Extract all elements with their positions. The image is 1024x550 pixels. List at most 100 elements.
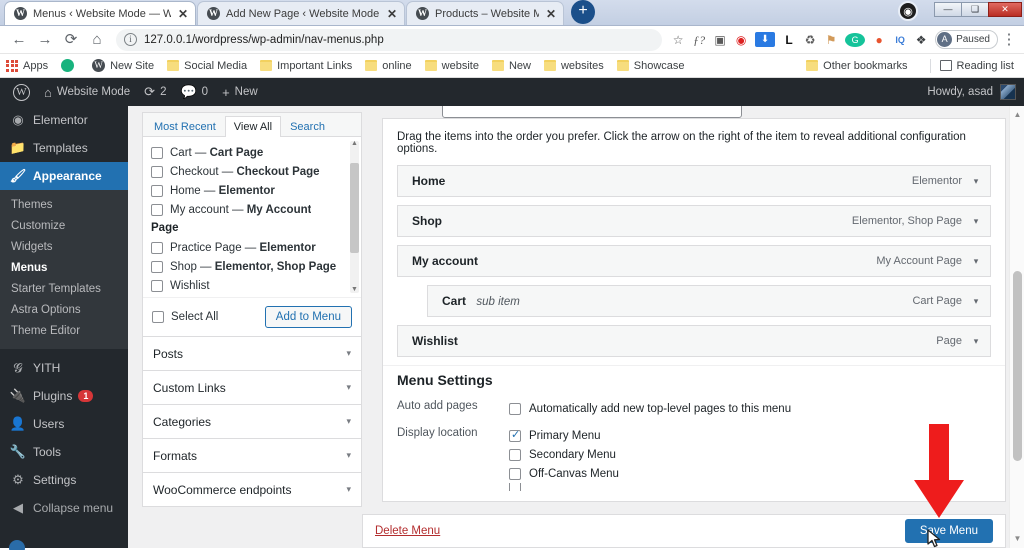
bookmark-item-showcase[interactable]: Showcase [616,60,685,72]
bookmark-item-new[interactable]: New [491,60,531,72]
comments-button[interactable]: 💬 0 [173,78,215,106]
chrome-menu-icon[interactable]: ⋮ [1000,28,1018,52]
chevron-down-icon[interactable]: ▾ [962,256,990,267]
bookmark-item-website[interactable]: website [424,60,479,72]
checkbox[interactable] [151,279,163,292]
bookmark-item-online[interactable]: online [365,60,412,72]
checkbox[interactable] [151,184,163,197]
chevron-down-icon[interactable]: ▾ [346,484,351,495]
home-icon[interactable]: ⌂ [84,28,110,52]
list-scrollbar[interactable]: ▲ ▼ [350,140,359,295]
submenu-item-customize[interactable]: Customize [0,216,128,237]
browser-tab-1[interactable]: W Menus ‹ Website Mode — Word ✕ [4,1,196,25]
submenu-item-starter-templates[interactable]: Starter Templates [0,279,128,300]
close-window-button[interactable]: ✕ [988,1,1022,17]
sidebar-item-templates[interactable]: 📁 Templates [0,134,128,162]
wp-logo-button[interactable]: W [6,78,37,106]
tab-search[interactable]: Search [281,116,334,137]
sidebar-item-tools[interactable]: 🔧 Tools [0,438,128,466]
apps-shortcut[interactable]: Apps [6,59,48,72]
grammarly-icon[interactable]: G [845,32,866,47]
sidebar-item-settings[interactable]: ⚙ Settings [0,466,128,494]
downloader-icon[interactable]: ⬇ [755,32,776,47]
back-icon[interactable]: ← [6,28,32,52]
new-content-button[interactable]: + New [215,78,265,106]
page-scrollbar[interactable]: ▲ ▼ [1009,106,1024,548]
recycle-icon[interactable]: ♻ [800,30,820,50]
bookmark-item-important-links[interactable]: Important Links [260,60,352,72]
profile-button[interactable]: A Paused [935,30,998,49]
site-name-button[interactable]: ⌂ Website Mode [37,78,137,106]
lastpass-icon[interactable]: L [779,30,799,50]
sidebar-item-users[interactable]: 👤 Users [0,410,128,438]
address-bar[interactable]: i 127.0.0.1/wordpress/wp-admin/nav-menus… [116,28,663,51]
screenshot-camera-icon[interactable]: ▣ [710,30,730,50]
colorzilla-icon[interactable]: ◉ [731,30,751,50]
scroll-down-icon[interactable]: ▼ [350,285,359,295]
font-extension-icon[interactable]: ƒ? [689,30,709,50]
chevron-down-icon[interactable]: ▾ [346,348,351,359]
chevron-down-icon[interactable]: ▾ [962,216,990,227]
accordion-categories[interactable]: Categories ▾ [142,405,362,439]
location-secondary-menu[interactable]: Secondary Menu [509,445,619,464]
reload-icon[interactable]: ⟳ [58,28,84,52]
scrollbar-thumb[interactable] [1013,271,1022,461]
new-tab-button[interactable]: + [571,0,595,24]
add-to-menu-button[interactable]: Add to Menu [264,306,352,328]
tab-view-all[interactable]: View All [224,116,282,137]
menu-item-cart[interactable]: Cart sub item Cart Page ▾ [427,285,991,317]
sidebar-item-elementor[interactable]: ◉ Elementor [0,106,128,134]
scrollbar-thumb[interactable] [350,163,359,253]
updates-button[interactable]: ⟳ 2 [137,78,173,106]
chevron-down-icon[interactable]: ▾ [962,296,990,307]
flame-icon[interactable]: ● [869,30,889,50]
checkbox[interactable] [151,165,163,178]
list-item[interactable]: Practice Page — Elementor [151,238,353,257]
checkbox[interactable] [151,146,163,159]
browser-tab-3[interactable]: W Products – Website Mode ✕ [406,1,564,25]
scroll-down-icon[interactable]: ▼ [1010,532,1024,546]
tab-close-icon[interactable]: ✕ [546,8,556,20]
select-all-control[interactable]: Select All [152,311,218,323]
menu-item-shop[interactable]: Shop Elementor, Shop Page ▾ [397,205,991,237]
submenu-item-theme-editor[interactable]: Theme Editor [0,321,128,342]
checkbox[interactable] [509,428,521,442]
checkbox[interactable] [509,448,521,461]
checkbox[interactable] [509,402,521,415]
checkbox[interactable] [509,467,521,480]
bookmark-item-websites[interactable]: websites [543,60,604,72]
checkbox[interactable] [151,203,163,216]
bookmark-item-social-media[interactable]: Social Media [167,60,247,72]
menu-item-wishlist[interactable]: Wishlist Page ▾ [397,325,991,357]
maximize-button[interactable]: ❑ [961,1,989,17]
list-item[interactable]: My account — My Account [151,200,353,219]
scroll-up-icon[interactable]: ▲ [1010,108,1024,122]
location-primary-menu[interactable]: Primary Menu [509,426,619,445]
bookmark-item-0[interactable] [61,59,79,72]
bookmark-star-icon[interactable]: ☆ [668,30,688,50]
list-item[interactable]: Cart — Cart Page [151,143,353,162]
iq-extension-icon[interactable]: IQ [890,30,910,50]
location-off-canvas-menu[interactable]: Off-Canvas Menu [509,464,619,483]
chevron-down-icon[interactable]: ▾ [346,382,351,393]
accordion-custom-links[interactable]: Custom Links ▾ [142,371,362,405]
auto-add-pages-checkbox-row[interactable]: Automatically add new top-level pages to… [509,399,791,418]
reading-list-button[interactable]: Reading list [939,60,1014,72]
submenu-item-astra-options[interactable]: Astra Options [0,300,128,321]
sidebar-item-collapse-menu[interactable]: ◀ Collapse menu [0,494,128,522]
delete-menu-link[interactable]: Delete Menu [375,525,440,537]
submenu-item-themes[interactable]: Themes [0,195,128,216]
forward-icon[interactable]: → [32,28,58,52]
bookmark-item-new-site[interactable]: W New Site [92,59,154,72]
menu-item-home[interactable]: Home Elementor ▾ [397,165,991,197]
globe-icon[interactable]: ◉ [898,1,918,21]
flag-icon[interactable]: ⚑ [821,30,841,50]
sidebar-item-plugins[interactable]: 🔌 Plugins 1 [0,382,128,410]
chevron-down-icon[interactable]: ▾ [962,336,990,347]
site-info-icon[interactable]: i [124,33,137,46]
checkbox[interactable] [509,483,521,491]
chevron-down-icon[interactable]: ▾ [962,176,990,187]
submenu-item-menus[interactable]: Menus [0,258,128,279]
checkbox[interactable] [152,311,164,323]
location-clipped-row[interactable] [509,483,619,491]
